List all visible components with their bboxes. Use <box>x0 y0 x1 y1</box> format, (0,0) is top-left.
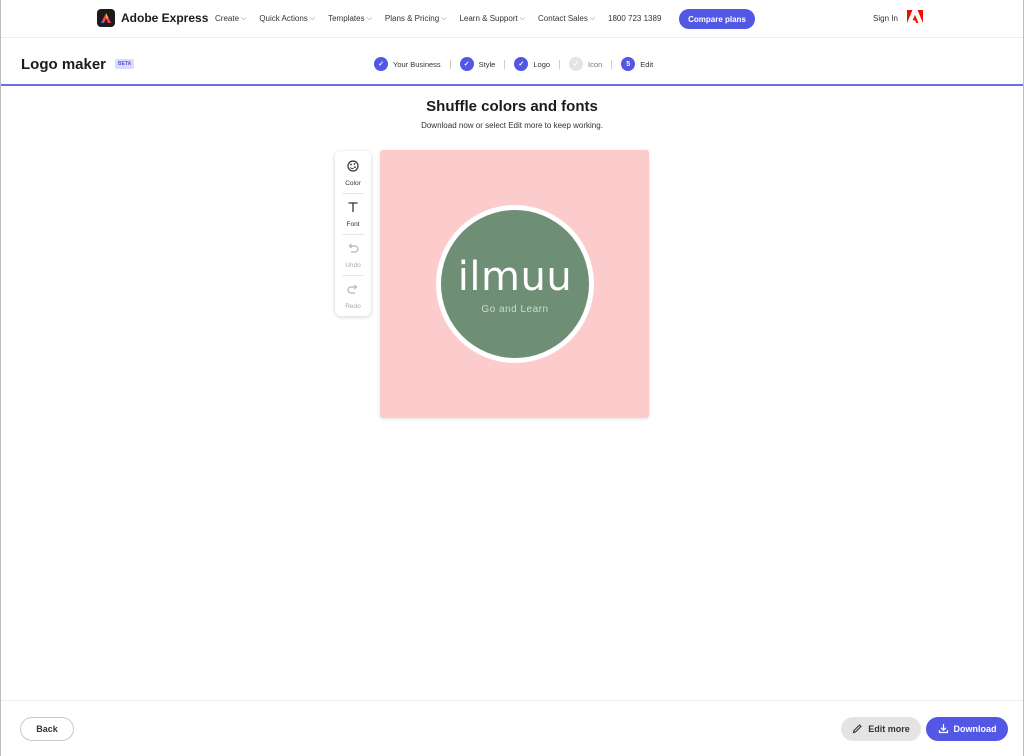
logo-tagline: Go and Learn <box>481 304 549 315</box>
undo-label: Undo <box>345 262 361 269</box>
sign-in-link[interactable]: Sign In <box>873 14 898 23</box>
edit-more-button[interactable]: Edit more <box>841 717 921 741</box>
edit-toolbar: Color Font Undo Redo <box>335 151 371 316</box>
chevron-down-icon: ⌵ <box>589 14 596 22</box>
edit-more-label: Edit more <box>868 724 910 734</box>
chevron-down-icon: ⌵ <box>241 14 247 22</box>
brand[interactable]: Adobe Express <box>97 9 208 27</box>
logo-badge: ilmuu Go and Learn <box>441 210 589 358</box>
nav-quick-actions-label: Quick Actions <box>259 14 308 23</box>
download-label: Download <box>953 724 997 734</box>
check-icon: ✓ <box>459 57 474 71</box>
check-icon: ✓ <box>374 57 388 71</box>
logo-badge-ring: ilmuu Go and Learn <box>436 205 594 363</box>
nav-create-label: Create <box>215 14 240 23</box>
nav-quick-actions[interactable]: Quick Actions ⌵ <box>259 14 315 23</box>
download-icon <box>938 723 949 736</box>
phone-number[interactable]: 1800 723 1389 <box>608 14 661 23</box>
nav-templates-label: Templates <box>328 14 365 23</box>
color-tool-button[interactable]: Color <box>335 153 371 193</box>
footer-bar: Back Edit more Download <box>1 700 1023 756</box>
back-button[interactable]: Back <box>20 717 74 741</box>
step-style[interactable]: ✓ Style <box>459 57 496 71</box>
compare-plans-button[interactable]: Compare plans <box>679 9 755 29</box>
brand-name: Adobe Express <box>121 11 209 25</box>
nav-links: Create ⌵ Quick Actions ⌵ Templates ⌵ Plans … <box>215 14 595 23</box>
font-tool-label: Font <box>346 221 360 228</box>
check-icon: ✓ <box>569 57 584 71</box>
chevron-down-icon: ⌵ <box>441 14 447 22</box>
step-label: Style <box>478 59 496 69</box>
check-icon: ✓ <box>514 57 529 71</box>
redo-button[interactable]: Redo <box>335 276 371 316</box>
font-tool-button[interactable]: Font <box>335 194 371 234</box>
color-tool-label: Color <box>345 180 361 187</box>
nav-templates[interactable]: Templates ⌵ <box>328 14 372 23</box>
nav-contact-sales-label: Contact Sales <box>538 14 588 23</box>
adobe-icon[interactable] <box>907 10 923 29</box>
step-label: Your Business <box>393 59 441 69</box>
logo-canvas[interactable]: ilmuu Go and Learn <box>380 150 649 418</box>
step-header: Logo maker BETA ✓ Your Business ✓ Style … <box>1 39 1023 86</box>
redo-label: Redo <box>345 303 361 310</box>
chevron-down-icon: ⌵ <box>519 14 526 22</box>
nav-plans-pricing-label: Plans & Pricing <box>384 14 440 23</box>
headline: Shuffle colors and fonts <box>426 98 598 115</box>
nav-create[interactable]: Create ⌵ <box>215 14 246 23</box>
top-nav: Adobe Express Create ⌵ Quick Actions ⌵ Tem… <box>1 0 1023 38</box>
pencil-icon <box>852 723 863 736</box>
download-button[interactable]: Download <box>926 717 1008 741</box>
step-edit[interactable]: 5 Edit <box>621 57 653 71</box>
nav-learn-support[interactable]: Learn & Support ⌵ <box>459 14 525 23</box>
step-label: Icon <box>588 59 603 69</box>
chevron-down-icon: ⌵ <box>309 14 316 22</box>
palette-icon <box>347 159 359 177</box>
step-progress: ✓ Your Business ✓ Style ✓ Logo ✓ Icon 5 … <box>374 57 653 71</box>
adobe-express-icon <box>97 9 115 27</box>
logo-maker-page: Adobe Express Create ⌵ Quick Actions ⌵ Tem… <box>0 0 1024 756</box>
nav-learn-support-label: Learn & Support <box>459 14 518 23</box>
logo-name: ilmuu <box>457 254 573 300</box>
undo-button[interactable]: Undo <box>335 235 371 275</box>
step-number: 5 <box>621 57 636 71</box>
redo-icon <box>347 282 359 300</box>
step-divider <box>449 59 451 69</box>
step-divider <box>559 59 561 69</box>
step-divider <box>611 59 613 69</box>
step-your-business[interactable]: ✓ Your Business <box>374 57 441 71</box>
step-label: Edit <box>640 59 654 69</box>
step-divider <box>504 59 506 69</box>
subheadline: Download now or select Edit more to keep… <box>421 121 603 130</box>
page-title: Logo maker <box>21 56 107 73</box>
beta-badge: BETA <box>115 59 135 69</box>
nav-contact-sales[interactable]: Contact Sales ⌵ <box>538 14 595 23</box>
text-icon <box>347 200 359 218</box>
undo-icon <box>347 241 359 259</box>
chevron-down-icon: ⌵ <box>366 14 372 22</box>
step-label: Logo <box>533 59 551 69</box>
step-logo[interactable]: ✓ Logo <box>514 57 550 71</box>
step-icon[interactable]: ✓ Icon <box>569 57 602 71</box>
nav-plans-pricing[interactable]: Plans & Pricing ⌵ <box>385 14 447 23</box>
